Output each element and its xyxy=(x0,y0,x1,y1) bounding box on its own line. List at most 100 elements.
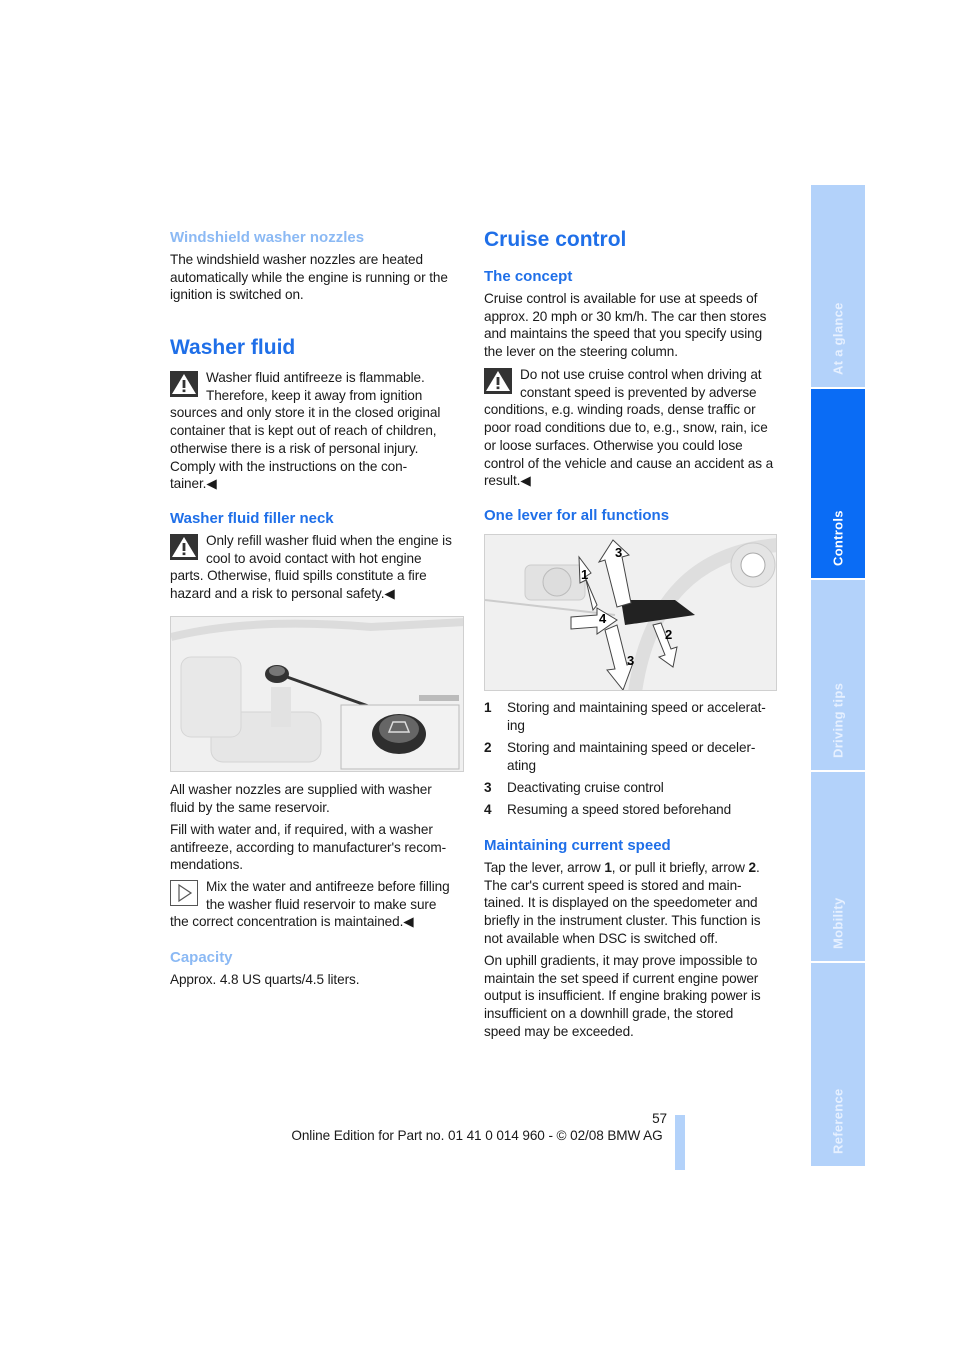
text-line: fluid by the same reservoir. xyxy=(170,799,330,815)
text-line: insufficient on a downhill grade, the st… xyxy=(484,1006,734,1022)
tab-label: Mobility xyxy=(830,897,846,949)
heading-washer-fluid: Washer fluid xyxy=(170,336,296,359)
text-line: the lever on the steering column. xyxy=(484,344,678,360)
page-number: 57 xyxy=(652,1111,667,1126)
functions-list: 1 Storing and maintaining speed or accele… xyxy=(484,699,779,823)
item-text: Resuming a speed stored beforehand xyxy=(484,801,779,819)
text-line: ignition is switched on. xyxy=(170,287,304,303)
tab-mobility[interactable]: Mobility xyxy=(811,772,865,963)
text-line: Deactivating cruise control xyxy=(507,780,664,795)
list-item: 3 Deactivating cruise control xyxy=(484,779,779,801)
tab-driving-tips[interactable]: Driving tips xyxy=(811,580,865,772)
text-line: mendations. xyxy=(170,857,243,873)
text-line: Therefore, keep it away from ignition xyxy=(206,387,423,403)
washer-fluid-reservoir-image xyxy=(170,616,464,772)
list-item: 1 Storing and maintaining speed or accele… xyxy=(484,699,779,739)
heading-maintaining-current-speed: Maintaining current speed xyxy=(484,837,671,854)
text-line: container that is kept out of reach of c… xyxy=(170,423,437,439)
heading-cruise-control: Cruise control xyxy=(484,228,627,251)
text-line: approx. 20 mph or 30 km/h. The car then … xyxy=(484,308,767,324)
text-line: hazard and a risk to personal safety.◀ xyxy=(170,586,395,602)
text-line: maintain the set speed if current engine… xyxy=(484,970,759,986)
arrow-label-2: 2 xyxy=(665,627,672,642)
text-line: Approx. 4.8 US quarts/4.5 liters. xyxy=(170,972,360,987)
text-line: parts. Otherwise, fluid spills constitut… xyxy=(170,568,427,584)
mixing-note: Mix the water and antifreeze before fill… xyxy=(170,878,465,931)
first-line: Tap the lever, arrow 1, or pull it brief… xyxy=(484,859,760,877)
arrow-number: 1 xyxy=(604,860,612,875)
maintaining-text: Tap the lever, arrow 1, or pull it brief… xyxy=(484,859,761,948)
text-segment: Tap the lever, arrow xyxy=(484,860,605,875)
filler-neck-warning: Only refill washer fluid when the engine… xyxy=(170,532,465,603)
arrow-label-4: 4 xyxy=(599,611,607,626)
text-segment: , or pull it briefly, arrow xyxy=(611,860,749,875)
text-line: Fill with water and, if required, with a… xyxy=(170,822,433,837)
text-line: speed may be exceeded. xyxy=(484,1023,634,1039)
text-line: On uphill gradients, it may prove imposs… xyxy=(484,953,758,968)
text-line: Only refill washer fluid when the engine… xyxy=(206,533,452,548)
edition-footer: Online Edition for Part no. 01 41 0 014 … xyxy=(291,1128,663,1143)
text-line: otherwise there is a risk of personal in… xyxy=(170,440,419,456)
arrow-label-1: 1 xyxy=(581,567,588,582)
list-item: 2 Storing and maintaining speed or decele… xyxy=(484,739,779,779)
text-line: Mix the water and antifreeze before fill… xyxy=(206,879,450,894)
heading-washer-fluid-filler-neck: Washer fluid filler neck xyxy=(170,510,334,527)
text-line: automatically while the engine is runnin… xyxy=(170,269,448,285)
item-text: Storing and maintaining speed or acceler… xyxy=(484,699,779,734)
tab-at-a-glance[interactable]: At a glance xyxy=(811,185,865,389)
reservoir-text: All washer nozzles are supplied with was… xyxy=(170,781,432,816)
uphill-text: On uphill gradients, it may prove imposs… xyxy=(484,952,761,1041)
text-line: Do not use cruise control when driving a… xyxy=(520,367,762,382)
note-text: Mix the water and antifreeze before fill… xyxy=(170,878,465,931)
cruise-control-lever-image: 3 1 4 2 3 xyxy=(484,534,777,691)
heading-the-concept: The concept xyxy=(484,268,573,285)
text-line: cool to avoid contact with hot engine xyxy=(206,550,422,566)
text-line: sources and only store it in the closed … xyxy=(170,405,441,421)
note-icon xyxy=(170,880,198,906)
warning-text: Only refill washer fluid when the engine… xyxy=(170,532,465,603)
warning-icon xyxy=(170,534,198,560)
text-line: constant speed is prevented by adverse xyxy=(520,384,757,400)
text-line: result.◀ xyxy=(484,473,531,489)
tab-controls[interactable]: Controls xyxy=(811,389,865,580)
capacity-text: Approx. 4.8 US quarts/4.5 liters. xyxy=(170,971,359,989)
arrow-label-3-top: 3 xyxy=(615,545,622,560)
heading-one-lever: One lever for all functions xyxy=(484,507,670,524)
arrow-label-3-bottom: 3 xyxy=(627,653,634,668)
text-line: briefly in the instrument cluster. This … xyxy=(484,913,761,929)
list-item: 4 Resuming a speed stored beforehand xyxy=(484,801,779,823)
text-line: and maintains the speed that you specify… xyxy=(484,326,763,342)
text-line: The car's current speed is stored and ma… xyxy=(484,877,742,893)
text-line: control of the vehicle and cause an acci… xyxy=(484,455,774,471)
heading-windshield-washer-nozzles: Windshield washer nozzles xyxy=(170,229,365,246)
tab-label: Driving tips xyxy=(830,682,846,758)
arrow-number: 2 xyxy=(748,860,756,875)
text-line: antifreeze, according to manufacturer's … xyxy=(170,839,447,855)
item-text: Storing and maintaining speed or deceler… xyxy=(484,739,779,774)
warning-text: Washer fluid antifreeze is flammable. The… xyxy=(170,369,465,493)
tab-label: At a glance xyxy=(830,302,846,375)
text-line: Storing and maintaining speed or acceler… xyxy=(507,700,766,715)
text-line: tainer.◀ xyxy=(170,476,217,492)
cruise-warning: Do not use cruise control when driving a… xyxy=(484,366,779,490)
text-line: the correct concentration is maintained.… xyxy=(170,914,414,930)
text-line: ing xyxy=(507,717,525,733)
text-line: output is insufficient. If engine brakin… xyxy=(484,988,761,1004)
text-line: All washer nozzles are supplied with was… xyxy=(170,782,432,797)
item-number: 2 xyxy=(484,740,492,755)
tab-label: Controls xyxy=(830,510,846,566)
text-line: or loose surfaces. Otherwise you could l… xyxy=(484,437,743,453)
text-line: poor road conditions due to, e.g., snow,… xyxy=(484,420,768,436)
tab-label: Reference xyxy=(830,1088,846,1154)
text-line: Resuming a speed stored beforehand xyxy=(507,802,732,817)
concept-text: Cruise control is available for use at s… xyxy=(484,290,766,361)
text-line: Storing and maintaining speed or deceler… xyxy=(507,740,756,755)
text-line: Cruise control is available for use at s… xyxy=(484,291,758,306)
text-segment: . xyxy=(755,860,760,875)
warning-icon xyxy=(484,368,512,394)
tab-reference[interactable]: Reference xyxy=(811,963,865,1166)
item-number: 1 xyxy=(484,700,492,715)
text-line: conditions, e.g. winding roads, dense tr… xyxy=(484,402,756,418)
text-line: tained. It is displayed on the speedomet… xyxy=(484,895,758,911)
fill-instructions-text: Fill with water and, if required, with a… xyxy=(170,821,446,874)
